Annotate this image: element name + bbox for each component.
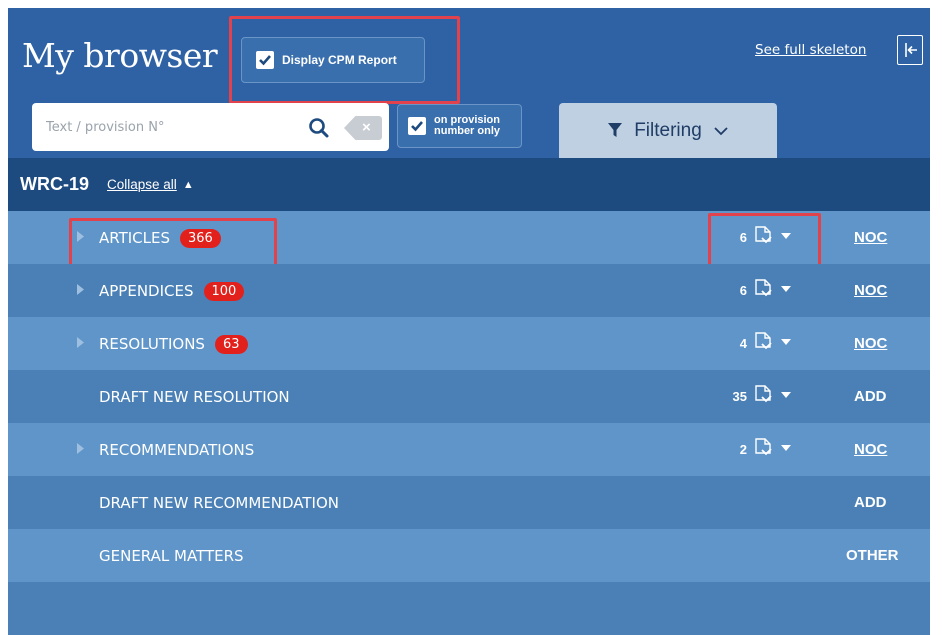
row-title: APPENDICES xyxy=(99,282,194,300)
count-badge: 100 xyxy=(203,282,245,301)
tree-row-resolutions[interactable]: RESOLUTIONS 63 4 NOC xyxy=(8,317,930,370)
tree-row-appendices[interactable]: APPENDICES 100 6 NOC xyxy=(8,264,930,317)
row-label: ARTICLES 366 xyxy=(99,229,221,249)
document-count: 35 xyxy=(732,389,747,404)
section-header: WRC-19 Collapse all ▲ xyxy=(8,158,930,211)
caret-down-icon[interactable] xyxy=(781,392,791,398)
collapse-all-link[interactable]: Collapse all xyxy=(107,177,177,192)
row-action-label[interactable]: ADD xyxy=(854,494,887,511)
document-count: 6 xyxy=(739,230,747,245)
row-label: GENERAL MATTERS xyxy=(99,547,244,565)
expand-arrow-icon[interactable] xyxy=(77,337,84,348)
search-box: × xyxy=(32,103,389,151)
documents-icon[interactable] xyxy=(753,331,775,353)
caret-down-icon[interactable] xyxy=(781,286,791,292)
documents-icon[interactable] xyxy=(753,278,775,300)
display-cpm-report-label: Display CPM Report xyxy=(282,53,397,67)
tree-row-general-matters[interactable]: GENERAL MATTERS OTHER xyxy=(8,529,930,582)
count-badge: 366 xyxy=(180,229,221,248)
display-cpm-report-toggle[interactable]: Display CPM Report xyxy=(241,37,425,83)
row-label: RESOLUTIONS 63 xyxy=(99,335,248,355)
expand-arrow-icon[interactable] xyxy=(77,443,84,454)
double-chevron-up-icon: ▲ xyxy=(182,178,194,191)
see-full-skeleton-link[interactable]: See full skeleton xyxy=(755,42,866,58)
checkbox-checked-icon xyxy=(408,117,426,135)
document-count: 6 xyxy=(739,283,747,298)
page-title: My browser xyxy=(22,36,218,75)
documents-icon[interactable] xyxy=(753,384,775,406)
row-action-label[interactable]: ADD xyxy=(854,388,887,405)
checkbox-checked-icon xyxy=(256,51,274,69)
filtering-label: Filtering xyxy=(634,119,702,141)
tree-row-recommendations[interactable]: RECOMMENDATIONS 2 NOC xyxy=(8,423,930,476)
provision-label-line2: number only xyxy=(434,125,501,137)
row-label: DRAFT NEW RECOMMENDATION xyxy=(99,494,339,512)
row-action-label[interactable]: OTHER xyxy=(846,547,899,564)
document-count: 4 xyxy=(739,336,747,351)
expand-arrow-icon[interactable] xyxy=(77,231,84,242)
search-icon[interactable] xyxy=(308,117,330,139)
row-label: APPENDICES 100 xyxy=(99,282,245,302)
provision-number-only-toggle[interactable]: on provision number only xyxy=(397,104,522,148)
tree-row-draft-new-recommendation[interactable]: DRAFT NEW RECOMMENDATION ADD xyxy=(8,476,930,529)
filter-icon xyxy=(608,123,623,137)
collapse-left-icon xyxy=(905,43,917,57)
count-badge: 63 xyxy=(214,335,248,354)
caret-down-icon[interactable] xyxy=(781,445,791,451)
row-title: RESOLUTIONS xyxy=(99,335,205,353)
expand-arrow-icon[interactable] xyxy=(77,284,84,295)
chevron-down-icon xyxy=(714,126,728,135)
row-action-link[interactable]: NOC xyxy=(854,282,887,299)
caret-down-icon[interactable] xyxy=(781,233,791,239)
section-title: WRC-19 xyxy=(20,174,90,194)
documents-icon[interactable] xyxy=(753,437,775,459)
row-label: DRAFT NEW RESOLUTION xyxy=(99,388,290,406)
filtering-tab[interactable]: Filtering xyxy=(559,103,777,158)
tree-row-articles[interactable]: ARTICLES 366 6 NOC xyxy=(8,211,930,271)
row-label: RECOMMENDATIONS xyxy=(99,441,255,459)
header: My browser Display CPM Report See full s… xyxy=(8,8,930,158)
documents-icon[interactable] xyxy=(753,225,775,247)
collapse-panel-button[interactable] xyxy=(897,35,923,65)
row-action-link[interactable]: NOC xyxy=(854,441,887,458)
row-title: ARTICLES xyxy=(99,229,171,247)
close-icon: × xyxy=(362,119,371,136)
document-count: 2 xyxy=(739,442,747,457)
row-action-link[interactable]: NOC xyxy=(854,229,887,246)
tree-row-draft-new-resolution[interactable]: DRAFT NEW RESOLUTION 35 ADD xyxy=(8,370,930,423)
row-action-link[interactable]: NOC xyxy=(854,335,887,352)
clear-search-button[interactable]: × xyxy=(344,116,382,140)
provision-number-only-label: on provision number only xyxy=(434,115,500,137)
browser-panel: My browser Display CPM Report See full s… xyxy=(8,8,930,635)
caret-down-icon[interactable] xyxy=(781,339,791,345)
search-input[interactable] xyxy=(32,103,302,151)
